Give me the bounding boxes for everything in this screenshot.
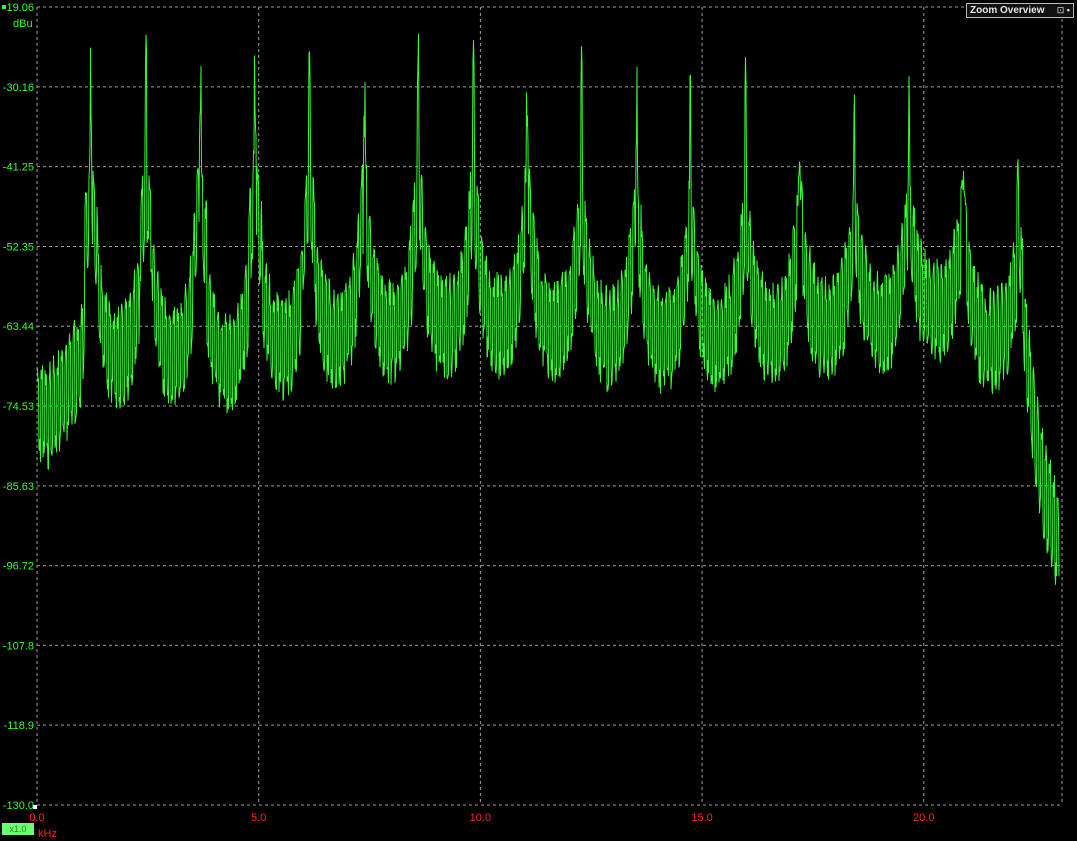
y-tick-label: -107.8: [3, 640, 34, 652]
scale-indicator[interactable]: x1.0: [2, 823, 34, 835]
y-tick-label: -30.16: [3, 82, 34, 94]
y-axis-unit-label: dBu: [13, 18, 33, 30]
y-tick-label: -96.72: [3, 561, 34, 573]
y-tick-label: -41.25: [3, 162, 34, 174]
zoom-overview-button[interactable]: Zoom Overview ⊡ ▪: [966, 3, 1074, 18]
y-tick-label: -52.35: [3, 241, 34, 253]
x-tick-label: 15.0: [691, 812, 712, 824]
x-axis-unit-label: kHz: [38, 828, 57, 840]
x-tick-label: 5.0: [251, 812, 266, 824]
x-tick-label: 20.0: [913, 812, 934, 824]
y-tick-label: -74.53: [3, 401, 34, 413]
top-marker[interactable]: [2, 5, 6, 9]
y-tick-label: -19.06: [3, 2, 34, 14]
y-tick-label: -118.9: [4, 720, 34, 732]
window-controls-icon[interactable]: ⊡ ▪: [1057, 4, 1070, 17]
y-tick-label: -130.0: [3, 800, 34, 812]
x-tick-label: 10.0: [470, 812, 491, 824]
y-tick-label: -63.44: [3, 321, 34, 333]
zoom-overview-label: Zoom Overview: [970, 5, 1045, 16]
spectrum-plot[interactable]: -19.06 -30.16 -41.25 -52.35 -63.44 -74.53 -85.…: [0, 0, 1077, 841]
plot-background: [0, 0, 1077, 841]
cursor-marker[interactable]: [33, 805, 37, 809]
y-tick-label: -85.63: [3, 481, 34, 493]
